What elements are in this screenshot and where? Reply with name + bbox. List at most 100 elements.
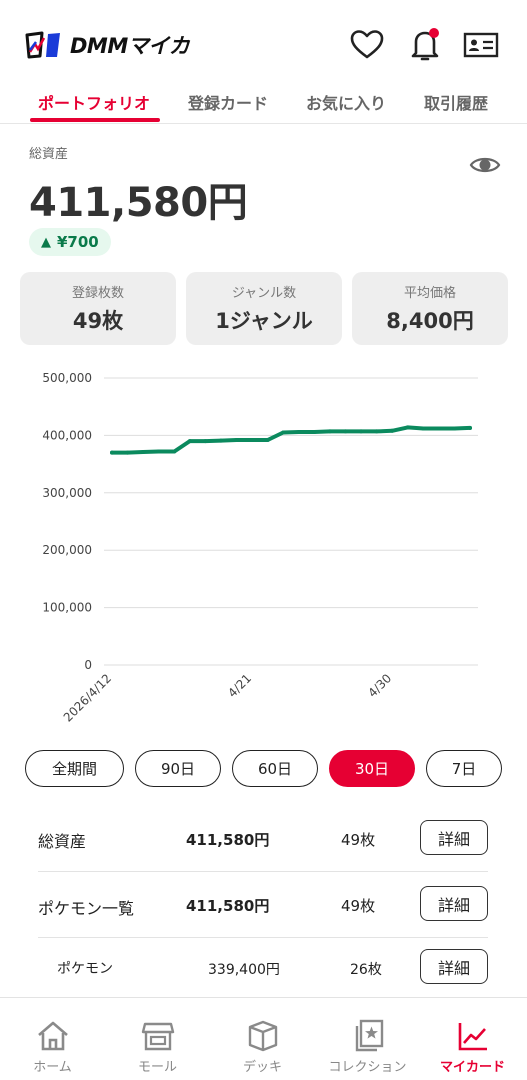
chart-icon xyxy=(458,1023,487,1051)
y-tick-label: 300,000 xyxy=(42,486,92,500)
period-7d-button[interactable]: 7日 xyxy=(426,750,502,787)
logo-icon xyxy=(25,31,60,59)
data-point xyxy=(468,425,472,430)
data-point xyxy=(125,450,130,455)
bottom-navigation: ホーム モール デッキ コレクション マイカード xyxy=(0,997,527,1080)
logo-text: DMMマイカ xyxy=(70,34,190,58)
nav-label: マイカード xyxy=(439,1060,505,1075)
row-count: 26枚 xyxy=(350,962,382,978)
data-point xyxy=(405,425,410,430)
row-amount: 411,580円 xyxy=(186,897,270,915)
data-point xyxy=(234,437,239,442)
row-name: ポケモン xyxy=(57,961,113,977)
row-name: ポケモン一覧 xyxy=(38,899,135,918)
app-logo[interactable]: DMMマイカ xyxy=(24,30,190,60)
stat-label: 平均価格 xyxy=(403,286,456,301)
app-header: DMMマイカ xyxy=(0,0,527,80)
eye-icon xyxy=(469,157,501,173)
data-point xyxy=(265,437,270,442)
table-row: 総資産 411,580円 49枚 詳細 xyxy=(38,820,488,856)
data-point xyxy=(421,426,426,431)
data-point xyxy=(187,439,192,444)
data-point xyxy=(312,429,317,434)
stat-card-registered-count: 登録枚数 49枚 xyxy=(20,272,176,345)
tab-transaction-history[interactable]: 取引履歴 xyxy=(424,90,488,114)
tab-portfolio[interactable]: ポートフォリオ xyxy=(38,90,150,114)
active-tab-indicator xyxy=(30,118,160,122)
period-all-button[interactable]: 全期間 xyxy=(25,750,124,787)
data-point xyxy=(250,437,255,442)
heart-icon xyxy=(350,30,384,59)
data-point xyxy=(327,429,332,434)
period-60d-button[interactable]: 60日 xyxy=(232,750,318,787)
tab-registered-cards[interactable]: 登録カード xyxy=(188,90,268,114)
bell-icon xyxy=(411,28,439,61)
stat-label: 登録枚数 xyxy=(71,286,124,301)
home-icon xyxy=(37,1021,68,1051)
profile-card-button[interactable] xyxy=(462,26,500,64)
row-divider xyxy=(38,937,488,938)
period-30d-button[interactable]: 30日 xyxy=(329,750,415,787)
asset-change-badge: ▲ ¥700 xyxy=(29,228,111,256)
shop-icon xyxy=(141,1022,174,1051)
stat-value: 49枚 xyxy=(72,309,124,333)
nav-mall[interactable]: モール xyxy=(105,998,210,1080)
data-point xyxy=(156,449,161,454)
stat-value: 1ジャンル xyxy=(215,309,313,333)
asset-history-chart: 500,000 400,000 300,000 200,000 100,000 02026… xyxy=(42,371,478,725)
collection-icon xyxy=(355,1019,383,1052)
x-tick-label: 4/30 xyxy=(365,671,394,700)
data-point xyxy=(296,429,301,434)
data-point xyxy=(390,428,395,433)
nav-label: コレクション xyxy=(328,1060,407,1075)
row-amount: 411,580円 xyxy=(186,831,270,849)
detail-button[interactable]: 詳細 xyxy=(420,820,488,855)
favorite-heart-button[interactable] xyxy=(348,26,386,64)
y-tick-label: 400,000 xyxy=(42,428,92,442)
nav-label: ホーム xyxy=(33,1060,72,1075)
tab-favorites[interactable]: お気に入り xyxy=(306,90,386,114)
detail-button[interactable]: 詳細 xyxy=(420,949,488,984)
data-point xyxy=(218,438,223,443)
x-tick-label: 4/21 xyxy=(225,671,254,700)
data-point xyxy=(374,429,379,434)
data-point xyxy=(203,439,208,444)
y-tick-label: 500,000 xyxy=(42,371,92,385)
stat-label: ジャンル数 xyxy=(231,286,297,301)
nav-my-cards[interactable]: マイカード xyxy=(420,998,525,1080)
notification-button[interactable] xyxy=(406,26,444,64)
y-tick-label: 200,000 xyxy=(42,543,92,557)
table-row: ポケモン 339,400円 26枚 詳細 xyxy=(38,949,488,985)
row-count: 49枚 xyxy=(341,831,376,849)
row-count: 49枚 xyxy=(341,897,376,915)
deck-box-icon xyxy=(248,1020,277,1052)
period-90d-button[interactable]: 90日 xyxy=(135,750,221,787)
x-tick-label: 2026/4/12 xyxy=(61,671,114,724)
total-assets-value: 411,580円 xyxy=(29,180,248,226)
detail-button[interactable]: 詳細 xyxy=(420,886,488,921)
toggle-visibility-button[interactable] xyxy=(468,150,502,180)
data-point xyxy=(281,430,286,435)
total-assets-label: 総資産 xyxy=(29,147,69,162)
portfolio-tabs: ポートフォリオ 登録カード お気に入り 取引履歴 xyxy=(0,80,527,124)
row-divider xyxy=(38,871,488,872)
stat-card-average-price: 平均価格 8,400円 xyxy=(352,272,508,345)
data-point xyxy=(172,449,177,454)
data-point xyxy=(436,426,441,431)
row-name: 総資産 xyxy=(38,832,87,851)
data-point xyxy=(110,450,114,455)
row-amount: 339,400円 xyxy=(208,962,280,978)
y-tick-label: 100,000 xyxy=(42,601,92,615)
nav-label: モール xyxy=(137,1060,177,1075)
nav-label: デッキ xyxy=(242,1060,282,1075)
data-point xyxy=(141,450,146,455)
up-arrow-icon: ▲ xyxy=(41,234,51,250)
nav-collection[interactable]: コレクション xyxy=(315,998,420,1080)
y-tick-label: 0 xyxy=(84,658,92,672)
stat-value: 8,400円 xyxy=(386,309,474,333)
nav-deck[interactable]: デッキ xyxy=(210,998,315,1080)
data-point xyxy=(359,429,364,434)
data-point xyxy=(343,429,348,434)
asset-change-value: ¥700 xyxy=(57,233,99,251)
nav-home[interactable]: ホーム xyxy=(0,998,105,1080)
